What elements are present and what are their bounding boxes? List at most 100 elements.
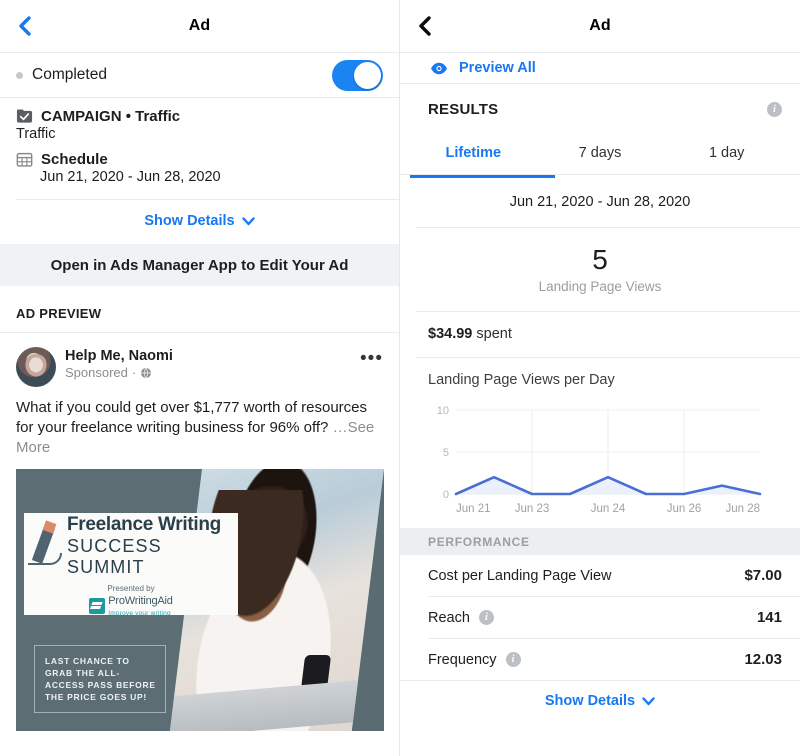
chart-y-axis-labels: 0 5 10 [437,405,449,501]
open-in-ads-manager-label: Open in Ads Manager App to Edit Your Ad [50,256,349,274]
schedule-row[interactable]: Schedule [16,151,383,168]
ad-body-text: What if you could get over $1,777 worth … [16,399,368,436]
perf-label-frequency: Frequency i [428,652,521,668]
table-row[interactable]: Frequency i 12.03 [400,639,800,680]
preview-all-button[interactable]: Preview All [400,53,800,83]
svg-text:10: 10 [437,405,449,417]
pencil-icon [28,520,64,569]
results-title: RESULTS [428,100,499,118]
table-row[interactable]: Cost per Landing Page View $7.00 [400,555,800,596]
show-details-label-left: Show Details [144,213,235,229]
separator-dot: · [131,365,137,380]
reach-info-icon[interactable]: i [478,610,494,625]
left-navbar: Ad [0,0,399,52]
status-label: Completed [32,66,107,83]
creative-badge: LAST CHANCE TO GRAB THE ALL-ACCESS PASS … [34,645,166,713]
avatar [16,347,56,387]
clipboard-check-icon [16,109,33,123]
perf-value-reach: 141 [756,609,782,626]
perf-label-reach: Reach i [428,610,494,626]
back-button-left[interactable] [14,15,36,37]
spend-amount: $34.99 [428,326,473,342]
show-details-button-left[interactable]: Show Details [0,200,399,244]
ad-info-block: CAMPAIGN • Traffic Traffic Schedule Jun … [0,98,399,199]
chevron-down-icon [241,216,255,225]
results-timeframe-tabs: Lifetime 7 days 1 day [400,134,800,174]
ad-preview-header: Help Me, Naomi Sponsored · ••• [16,347,383,387]
perf-value-frequency: 12.03 [744,651,782,668]
results-info-icon[interactable]: i [767,101,782,117]
spend-row: $34.99 spent [400,312,800,357]
perf-label-cost-per-landing-page-view: Cost per Landing Page View [428,567,612,584]
chart-container: Landing Page Views per Day 0 5 10 Jun 21 Ju… [400,358,800,528]
back-button-right[interactable] [414,15,436,37]
svg-text:5: 5 [443,447,449,459]
headline-metric-label: Landing Page Views [538,279,662,294]
open-in-ads-manager-button[interactable]: Open in Ads Manager App to Edit Your Ad [0,244,399,286]
line-area-chart: 0 5 10 Jun 21 Jun 23 Jun 24 Jun 26 Jun 28 [437,405,762,515]
spend-suffix: spent [476,326,512,342]
chevron-left-icon [419,16,431,36]
ad-creative-image[interactable]: Freelance Writing SUCCESS SUMMIT Present… [16,469,384,731]
chart-x-axis-labels: Jun 21 Jun 23 Jun 24 Jun 26 Jun 28 [456,503,760,515]
ad-sponsored-row: Sponsored · [65,365,351,380]
schedule-value: Jun 21, 2020 - Jun 28, 2020 [40,169,221,185]
ad-primary-text: What if you could get over $1,777 worth … [16,398,383,458]
results-header: RESULTS i [400,84,800,134]
status-dot-icon [16,71,23,79]
ad-options-button[interactable]: ••• [360,347,383,368]
perf-value-cost-per-landing-page-view: $7.00 [744,567,782,584]
calendar-icon [16,152,33,167]
perf-label-frequency-text: Frequency [428,651,497,668]
prowritingaid-logo-icon [89,598,106,614]
svg-text:Jun 28: Jun 28 [725,503,760,515]
tab-lifetime-label: Lifetime [445,145,502,161]
ad-page-name: Help Me, Naomi [65,348,173,364]
headline-metric: 5 Landing Page Views [400,228,800,311]
page-title-right: Ad [589,17,611,34]
creative-sponsor-name: ProWritingAid [108,594,173,607]
headline-metric-value: 5 [592,244,608,275]
ad-preview-card: Help Me, Naomi Sponsored · ••• What if y… [0,333,399,731]
preview-all-label: Preview All [459,60,536,76]
creative-logo-box: Freelance Writing SUCCESS SUMMIT Present… [24,513,238,618]
chevron-left-icon [19,16,31,36]
frequency-info-icon[interactable]: i [505,652,521,667]
schedule-title: Schedule [41,151,108,168]
perf-label-reach-text: Reach [428,609,470,626]
chart-plot-area[interactable]: 0 5 10 Jun 21 Jun 23 Jun 24 Jun 26 Jun 28 [428,398,768,522]
creative-presented-by: Presented by [107,583,155,593]
page-title-left: Ad [188,17,211,34]
tab-7-days-label: 7 days [578,145,622,161]
creative-logo-row: Freelance Writing SUCCESS SUMMIT [24,513,238,578]
creative-sponsor-tagline: Improve your writing [108,609,171,617]
results-date-range: Jun 21, 2020 - Jun 28, 2020 [509,194,691,210]
ellipsis-icon: ••• [360,348,383,369]
creative-sponsor-row: ProWritingAid Improve your writing [89,594,173,618]
left-panel-ad-details: Ad Completed CAMPAIGN • Traffic Traffic … [0,0,400,756]
right-navbar: Ad [400,0,800,52]
ad-preview-identity: Help Me, Naomi Sponsored · [65,347,351,380]
chevron-down-icon [642,696,655,705]
svg-text:Jun 21: Jun 21 [456,503,491,515]
tab-lifetime[interactable]: Lifetime [410,134,537,174]
performance-section-header: PERFORMANCE [400,528,800,555]
show-details-button-right[interactable]: Show Details [400,681,800,709]
svg-text:Jun 26: Jun 26 [667,503,702,515]
ad-sponsored-label: Sponsored [65,365,128,380]
creative-logo-line1: Freelance Writing [67,513,221,535]
eye-icon [431,62,447,74]
svg-text:Jun 24: Jun 24 [591,503,626,515]
toggle-knob [354,61,381,89]
ad-active-toggle[interactable] [332,59,383,91]
ad-status-left: Completed [16,66,107,84]
svg-text:0: 0 [443,489,449,501]
svg-text:Jun 23: Jun 23 [515,503,550,515]
campaign-row[interactable]: CAMPAIGN • Traffic [16,108,383,125]
table-row[interactable]: Reach i 141 [400,597,800,638]
globe-icon [141,367,152,378]
tab-7-days[interactable]: 7 days [537,134,664,174]
tab-1-day[interactable]: 1 day [663,134,790,174]
tab-1-day-label: 1 day [708,145,745,161]
show-details-label-right: Show Details [544,693,636,709]
